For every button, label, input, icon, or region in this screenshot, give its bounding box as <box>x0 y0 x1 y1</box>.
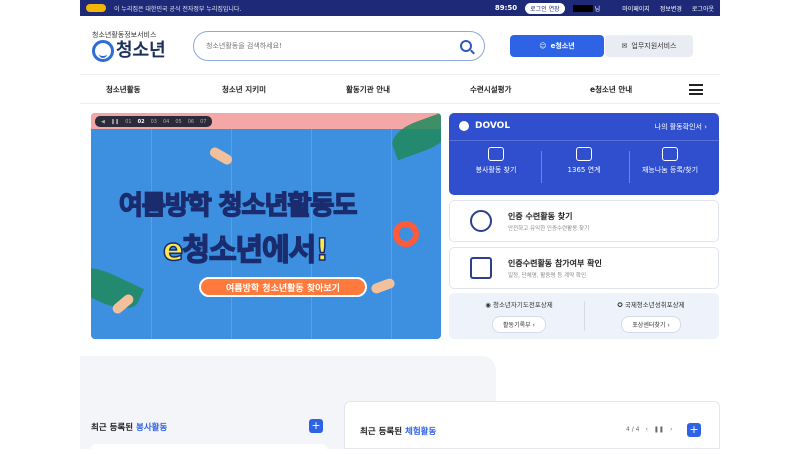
dovol-title: DOVOL <box>475 121 511 131</box>
card-desc: 일정, 단체명, 활동명 등 계약 확인 <box>508 273 587 279</box>
section-prefix: 최근 등록된 <box>91 423 137 433</box>
banner-cta-button[interactable]: 여름방학 청소년활동 찾아보기 <box>199 277 367 297</box>
dovol-logo-icon <box>459 121 469 131</box>
pool-lane-line <box>391 129 392 339</box>
banner-title-line1: 여름방학 청소년활동도 <box>118 190 358 222</box>
experience-pager: 4 / 4 ‹ ❚❚ › <box>626 426 672 433</box>
gov-emblem-icon <box>86 4 106 12</box>
prev-slide-icon[interactable]: ◀ <box>101 119 105 125</box>
main-nav: 청소년활동 청소년 지키미 활동기관 안내 수련시설평가 e청소년 안내 <box>80 74 720 104</box>
nav-facility-eval[interactable]: 수련시설평가 <box>470 84 511 95</box>
extend-login-button[interactable]: 로그인 연장 <box>525 2 565 14</box>
menu-hamburger-icon[interactable] <box>689 84 703 95</box>
user-name-redacted <box>572 4 593 12</box>
slide-page-05[interactable]: 05 <box>175 119 181 125</box>
checklist-icon <box>470 257 492 279</box>
monitor-icon <box>662 147 678 161</box>
nav-youth-activity[interactable]: 청소년활동 <box>106 84 141 95</box>
activity-record-label: 활동기록부 <box>503 322 531 329</box>
slide-page-07[interactable]: 07 <box>200 119 206 125</box>
business-support-label: 업무지원서비스 <box>631 42 677 50</box>
slide-page-01[interactable]: 01 <box>125 119 131 125</box>
find-award-center-label: 포상센터찾기 <box>632 322 666 329</box>
divider <box>449 140 719 141</box>
recent-experience-title: 최근 등록된 체험활동 <box>360 425 436 437</box>
add-volunteer-button[interactable]: + <box>309 419 323 433</box>
search-box <box>193 31 485 61</box>
main-banner[interactable]: ◀ ❚❚ 01 02 03 04 05 06 07 여름방학 청소년활동도 e청… <box>91 113 441 339</box>
gov-notice: 이 누리집은 대한민국 공식 전자정부 누리집입니다. <box>114 5 242 13</box>
slide-page-06[interactable]: 06 <box>188 119 194 125</box>
nav-youth-guardian[interactable]: 청소년 지키미 <box>222 84 266 95</box>
find-certified-activity-card[interactable]: 인증 수련활동 찾기 안전하고 유익한 인증수련활동 찾기 <box>449 200 719 242</box>
my-activity-link[interactable]: 나의 활동확인서 › <box>655 122 707 132</box>
find-award-center-button[interactable]: 포상센터찾기 › <box>621 316 681 333</box>
mypage-link[interactable]: 마이페이지 <box>622 4 650 13</box>
slide-page-03[interactable]: 03 <box>151 119 157 125</box>
next-icon[interactable]: › <box>670 426 672 433</box>
pager-count: 4 / 4 <box>626 426 640 433</box>
self-challenge-award: ◉ 청소년자기도전포상제 활동기록부 › <box>459 299 579 333</box>
section-highlight: 봉사활동 <box>136 423 168 433</box>
section-prefix: 최근 등록된 <box>360 427 406 437</box>
search-icon[interactable] <box>460 40 472 52</box>
link-1365-label: 1365 연계 <box>567 166 601 174</box>
talent-share-label: 재능나눔 등록/찾기 <box>641 166 699 174</box>
prev-icon[interactable]: ‹ <box>645 426 647 433</box>
nav-e-youth-guide[interactable]: e청소년 안내 <box>590 84 632 95</box>
nav-org-guide[interactable]: 활동기관 안내 <box>346 84 390 95</box>
pool-lane-line <box>151 129 152 339</box>
award-badge-icon: ✪ <box>617 301 625 309</box>
volunteer-hand-icon <box>488 147 504 161</box>
search-input[interactable] <box>206 42 460 50</box>
swim-ring-icon <box>393 221 419 247</box>
session-timer: 89:50 <box>494 4 518 12</box>
section-highlight: 체험활동 <box>405 427 437 437</box>
site-header: 청소년활동정보서비스 청소년 ☺ e청소년 ✉ 업무지원서비스 <box>80 16 720 74</box>
slide-page-02[interactable]: 02 <box>138 119 145 125</box>
chevron-right-icon: › <box>704 123 707 131</box>
network-icon <box>576 147 592 161</box>
talent-share-button[interactable]: 재능나눔 등록/찾기 <box>625 145 715 193</box>
edit-info-link[interactable]: 정보변경 <box>660 4 682 13</box>
site-logo[interactable]: 청소년 <box>116 36 166 62</box>
award-panel: ◉ 청소년자기도전포상제 활동기록부 › ✪ 국제청소년성취포상제 포상센터찾기… <box>449 293 719 339</box>
find-volunteer-label: 봉사활동 찾기 <box>475 166 517 174</box>
card-title: 인증 수련활동 찾기 <box>508 212 573 221</box>
card-desc: 안전하고 유익한 인증수련활동 찾기 <box>508 226 590 232</box>
banner-title-line2: e청소년에서! <box>162 232 330 269</box>
find-volunteer-button[interactable]: 봉사활동 찾기 <box>451 145 541 193</box>
smile-icon: ☺ <box>539 42 547 50</box>
dovol-panel: DOVOL 나의 활동확인서 › 봉사활동 찾기 1365 연계 재능나눔 등록… <box>449 113 719 195</box>
activity-record-button[interactable]: 활동기록부 › <box>492 316 546 333</box>
swimmer-illustration <box>370 277 396 295</box>
mail-icon: ✉ <box>621 42 628 50</box>
search-globe-icon <box>470 210 492 232</box>
card-title: 인증수련활동 참가여부 확인 <box>508 259 602 268</box>
divider <box>584 301 585 331</box>
business-support-button[interactable]: ✉ 업무지원서비스 <box>605 35 693 57</box>
logout-link[interactable]: 로그아웃 <box>692 4 714 13</box>
award-title: 청소년자기도전포상제 <box>492 301 553 309</box>
link-1365-button[interactable]: 1365 연계 <box>539 145 629 193</box>
my-activity-label: 나의 활동확인서 <box>654 123 702 131</box>
gov-top-bar: 이 누리집은 대한민국 공식 전자정부 누리집입니다. 89:50 로그인 연장… <box>80 0 720 16</box>
logo-smile-icon[interactable] <box>92 40 114 62</box>
volunteer-list-card[interactable] <box>91 444 327 454</box>
slide-page-04[interactable]: 04 <box>163 119 169 125</box>
add-experience-button[interactable]: + <box>687 423 701 437</box>
medal-icon: ◉ <box>485 301 493 309</box>
check-participation-card[interactable]: 인증수련활동 참가여부 확인 일정, 단체명, 활동명 등 계약 확인 <box>449 247 719 289</box>
slide-controls: ◀ ❚❚ 01 02 03 04 05 06 07 <box>95 116 213 127</box>
award-title: 국제청소년성취포상제 <box>624 301 685 309</box>
recent-volunteer-title: 최근 등록된 봉사활동 <box>91 421 167 433</box>
pause-icon[interactable]: ❚❚ <box>111 119 119 125</box>
international-award: ✪ 국제청소년성취포상제 포상센터찾기 › <box>591 299 711 333</box>
dovol-header: DOVOL <box>459 121 510 131</box>
user-suffix: 님 <box>594 5 601 13</box>
e-youth-label: e청소년 <box>550 42 575 50</box>
e-youth-service-button[interactable]: ☺ e청소년 <box>510 35 604 57</box>
pause-icon[interactable]: ❚❚ <box>654 426 664 433</box>
